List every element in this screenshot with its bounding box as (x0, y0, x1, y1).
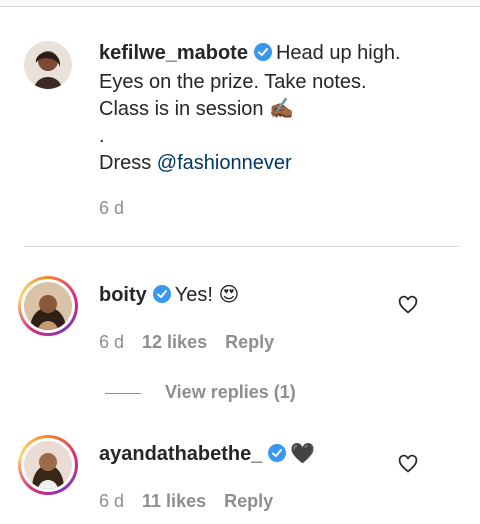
verified-badge-icon (268, 443, 287, 470)
comment-meta: 6 d (99, 198, 142, 219)
username-boity[interactable]: boity (99, 284, 147, 306)
top-divider (0, 0, 480, 7)
avatar-boity-story-ring[interactable] (18, 276, 78, 336)
heart-outline-icon[interactable] (398, 454, 418, 474)
comment-line: Class is in session ✍🏾 (99, 98, 294, 120)
avatar-kefilwe[interactable] (24, 41, 72, 89)
reply-button[interactable]: Reply (225, 332, 274, 352)
verified-badge-icon (152, 284, 171, 311)
comment-line: . (99, 125, 105, 147)
comment-text: 🖤 (290, 443, 316, 465)
avatar-ayanda[interactable] (24, 441, 72, 489)
verified-badge-icon (253, 42, 272, 69)
comment-text: Yes! 😍 (174, 284, 240, 306)
view-replies-button[interactable]: View replies (1) (105, 382, 296, 403)
comment-kefilwe: kefilwe_mabote Head up high. Eyes on the … (99, 40, 449, 177)
dress-label: Dress (99, 152, 152, 174)
comment-line: Head up high. (275, 42, 401, 64)
avatar-boity[interactable] (24, 282, 72, 330)
avatar-ayanda-story-ring[interactable] (18, 435, 78, 495)
likes-count[interactable]: 12 likes (142, 332, 207, 352)
likes-count[interactable]: 11 likes (142, 491, 206, 511)
comment-meta: 6 d 11 likes Reply (99, 491, 291, 512)
comment-boity: boity Yes! 😍 (99, 282, 239, 311)
timestamp: 6 d (99, 491, 125, 511)
replies-line (105, 392, 141, 394)
divider (24, 246, 459, 247)
comment-line: Eyes on the prize. Take notes. (99, 71, 367, 93)
mention-link[interactable]: @fashionnever (157, 152, 292, 174)
view-replies-label: View replies (1) (165, 382, 296, 402)
comment-ayanda: ayandathabethe_ 🖤 (99, 441, 315, 470)
comment-meta: 6 d 12 likes Reply (99, 332, 292, 353)
timestamp: 6 d (99, 198, 125, 218)
timestamp: 6 d (99, 332, 125, 352)
reply-button[interactable]: Reply (224, 491, 273, 511)
username-kefilwe[interactable]: kefilwe_mabote (99, 42, 248, 64)
username-ayanda[interactable]: ayandathabethe_ (99, 443, 262, 465)
heart-outline-icon[interactable] (398, 295, 418, 315)
